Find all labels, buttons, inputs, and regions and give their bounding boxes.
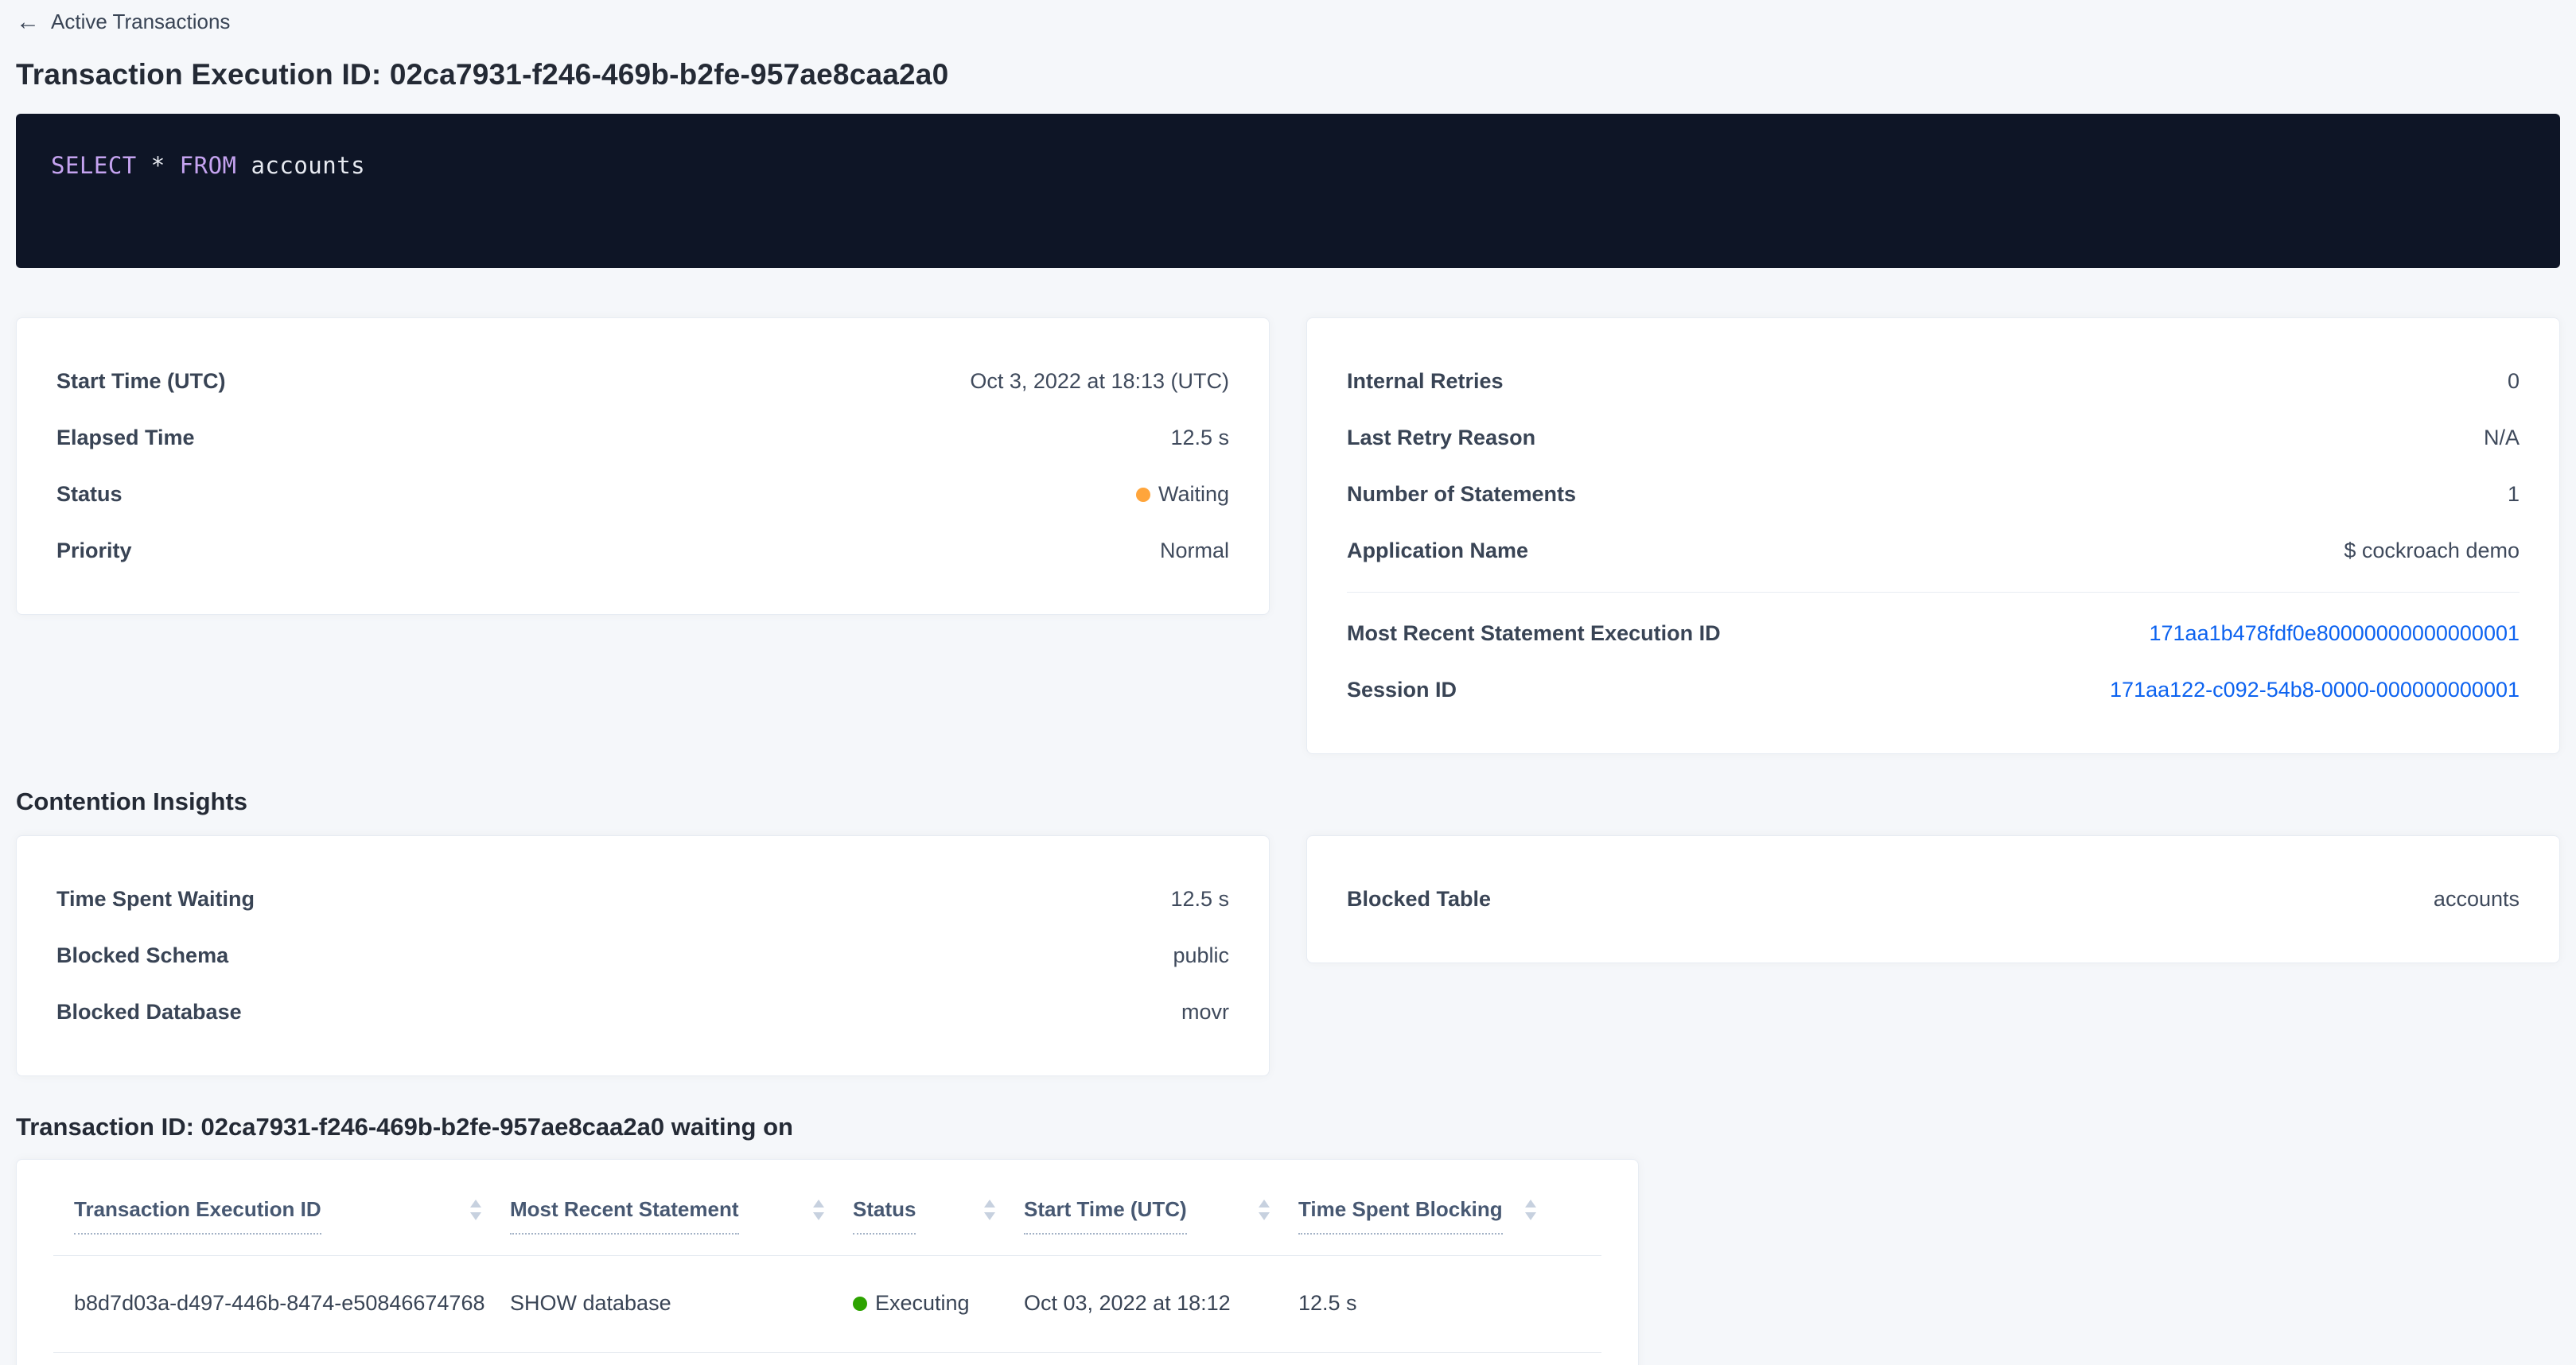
back-arrow-icon: ←	[16, 10, 40, 34]
contention-insights-heading: Contention Insights	[16, 788, 2560, 816]
number-of-statements-row: Number of Statements 1	[1347, 466, 2520, 523]
waiting-on-table: Transaction Execution ID Most Recent Sta…	[53, 1160, 1601, 1353]
card-divider	[1347, 592, 2520, 593]
elapsed-time-value: 12.5 s	[1170, 426, 1229, 450]
column-header-status[interactable]: Status	[853, 1198, 1024, 1235]
transaction-summary-card: Start Time (UTC) Oct 3, 2022 at 18:13 (U…	[16, 317, 1270, 615]
back-link-label: Active Transactions	[51, 10, 230, 34]
status-text: Waiting	[1158, 482, 1229, 506]
number-of-statements-label: Number of Statements	[1347, 482, 1576, 507]
waiting-on-heading: Transaction ID: 02ca7931-f246-469b-b2fe-…	[16, 1113, 2560, 1141]
table-row: b8d7d03a-d497-446b-8474-e50846674768 SHO…	[53, 1256, 1601, 1353]
start-time-row: Start Time (UTC) Oct 3, 2022 at 18:13 (U…	[56, 353, 1229, 410]
column-header-label: Start Time (UTC)	[1024, 1198, 1187, 1235]
sort-icon	[811, 1199, 826, 1221]
column-header-start-time[interactable]: Start Time (UTC)	[1024, 1198, 1298, 1235]
last-retry-reason-row: Last Retry Reason N/A	[1347, 410, 2520, 466]
session-id-label: Session ID	[1347, 678, 1457, 702]
time-spent-waiting-value: 12.5 s	[1170, 887, 1229, 912]
internal-retries-row: Internal Retries 0	[1347, 353, 2520, 410]
start-time-value: Oct 3, 2022 at 18:13 (UTC)	[970, 369, 1229, 394]
column-header-label: Most Recent Statement	[510, 1198, 739, 1235]
waiting-status-dot-icon	[1136, 488, 1150, 502]
column-header-transaction-execution-id[interactable]: Transaction Execution ID	[53, 1198, 510, 1235]
number-of-statements-value: 1	[2508, 482, 2520, 507]
blocked-schema-row: Blocked Schema public	[56, 928, 1229, 984]
column-header-label: Transaction Execution ID	[74, 1198, 321, 1235]
column-header-most-recent-statement[interactable]: Most Recent Statement	[510, 1198, 853, 1235]
status-value: Waiting	[1136, 482, 1229, 507]
contention-details-card: Time Spent Waiting 12.5 s Blocked Schema…	[16, 835, 1270, 1076]
cell-status: Executing	[853, 1291, 1024, 1316]
summary-cards-row: Start Time (UTC) Oct 3, 2022 at 18:13 (U…	[16, 317, 2560, 754]
internal-retries-value: 0	[2508, 369, 2520, 394]
blocked-table-card: Blocked Table accounts	[1306, 835, 2560, 963]
sort-icon	[1523, 1199, 1538, 1221]
column-header-time-spent-blocking[interactable]: Time Spent Blocking	[1298, 1198, 1565, 1235]
last-retry-reason-value: N/A	[2484, 426, 2520, 450]
application-name-value: $ cockroach demo	[2344, 539, 2520, 563]
start-time-label: Start Time (UTC)	[56, 369, 226, 394]
sql-statement: SELECT * FROM accounts	[51, 152, 365, 179]
column-header-label: Status	[853, 1198, 916, 1235]
statement-execution-id-row: Most Recent Statement Execution ID 171aa…	[1347, 605, 2520, 662]
elapsed-time-label: Elapsed Time	[56, 426, 195, 450]
execution-details-card: Internal Retries 0 Last Retry Reason N/A…	[1306, 317, 2560, 754]
application-name-row: Application Name $ cockroach demo	[1347, 523, 2520, 579]
blocked-table-label: Blocked Table	[1347, 887, 1491, 912]
priority-row: Priority Normal	[56, 523, 1229, 579]
sql-text: *	[137, 152, 180, 179]
last-retry-reason-label: Last Retry Reason	[1347, 426, 1535, 450]
session-id-row: Session ID 171aa122-c092-54b8-0000-00000…	[1347, 662, 2520, 718]
priority-label: Priority	[56, 539, 132, 563]
status-label: Status	[56, 482, 123, 507]
sql-text: accounts	[237, 152, 366, 179]
transaction-details-page: ← Active Transactions Transaction Execut…	[0, 0, 2576, 1365]
sql-statement-box: SELECT * FROM accounts	[16, 114, 2560, 268]
priority-value: Normal	[1160, 539, 1229, 563]
status-row: Status Waiting	[56, 466, 1229, 523]
contention-cards-row: Time Spent Waiting 12.5 s Blocked Schema…	[16, 835, 2560, 1076]
sort-icon	[469, 1199, 483, 1221]
sort-icon	[983, 1199, 997, 1221]
time-spent-waiting-row: Time Spent Waiting 12.5 s	[56, 871, 1229, 928]
blocked-schema-value: public	[1173, 943, 1229, 968]
sort-icon	[1257, 1199, 1271, 1221]
cell-status-text: Executing	[875, 1291, 970, 1315]
cell-time-spent-blocking: 12.5 s	[1298, 1291, 1565, 1316]
cell-start-time: Oct 03, 2022 at 18:12	[1024, 1291, 1298, 1316]
waiting-on-table-card: Transaction Execution ID Most Recent Sta…	[16, 1159, 1639, 1365]
cell-transaction-execution-id: b8d7d03a-d497-446b-8474-e50846674768	[53, 1291, 510, 1316]
sql-keyword: SELECT	[51, 152, 137, 179]
application-name-label: Application Name	[1347, 539, 1528, 563]
internal-retries-label: Internal Retries	[1347, 369, 1504, 394]
blocked-database-label: Blocked Database	[56, 1000, 242, 1025]
sql-keyword: FROM	[180, 152, 237, 179]
session-id-link[interactable]: 171aa122-c092-54b8-0000-000000000001	[2110, 678, 2520, 702]
column-header-label: Time Spent Blocking	[1298, 1198, 1503, 1235]
blocked-table-value: accounts	[2434, 887, 2520, 912]
statement-execution-id-link[interactable]: 171aa1b478fdf0e80000000000000001	[2150, 621, 2520, 646]
blocked-database-value: movr	[1181, 1000, 1229, 1025]
time-spent-waiting-label: Time Spent Waiting	[56, 887, 255, 912]
page-title: Transaction Execution ID: 02ca7931-f246-…	[16, 58, 2560, 91]
cell-most-recent-statement: SHOW database	[510, 1291, 853, 1316]
back-to-active-transactions-link[interactable]: ← Active Transactions	[16, 0, 230, 34]
table-header-row: Transaction Execution ID Most Recent Sta…	[53, 1160, 1601, 1256]
blocked-table-row: Blocked Table accounts	[1347, 871, 2520, 928]
executing-status-dot-icon	[853, 1297, 867, 1311]
blocked-database-row: Blocked Database movr	[56, 984, 1229, 1040]
elapsed-time-row: Elapsed Time 12.5 s	[56, 410, 1229, 466]
blocked-schema-label: Blocked Schema	[56, 943, 228, 968]
statement-execution-id-label: Most Recent Statement Execution ID	[1347, 621, 1721, 646]
